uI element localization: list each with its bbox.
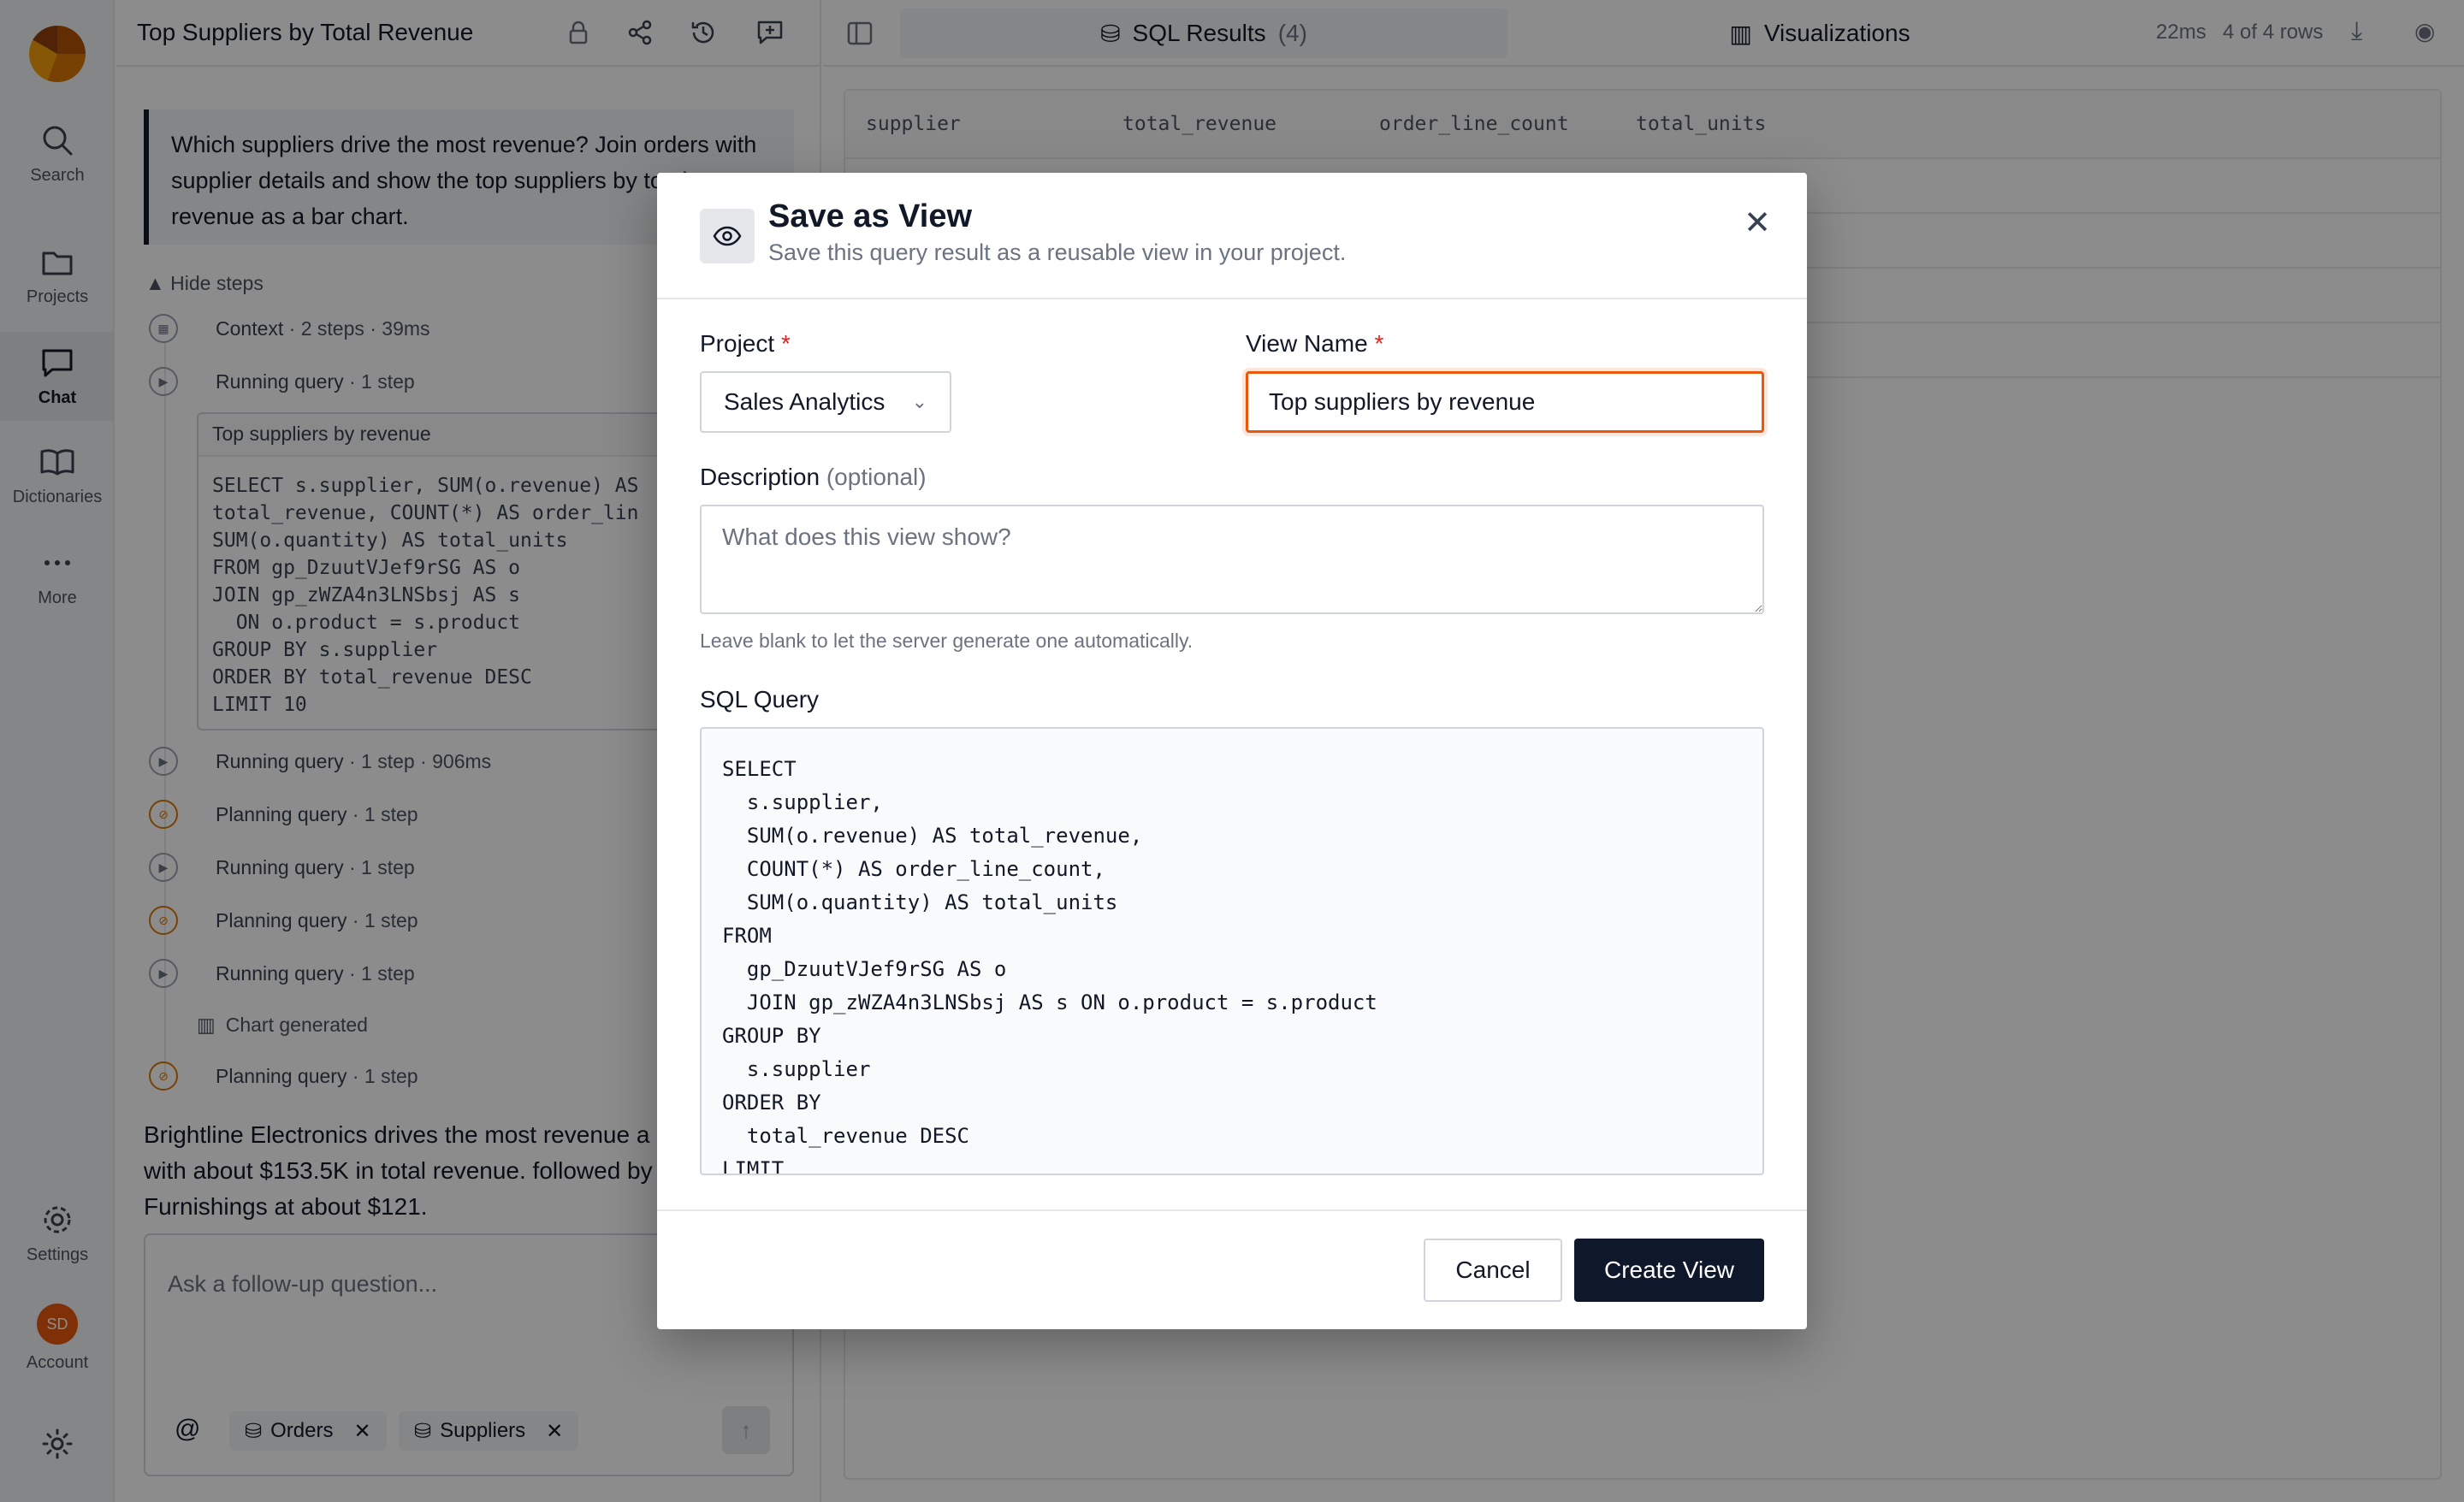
description-textarea[interactable] xyxy=(700,505,1764,614)
description-label: Description (optional) xyxy=(700,464,927,491)
dialog-subtitle: Save this query result as a reusable vie… xyxy=(768,239,1347,265)
dialog-footer: Cancel Create View xyxy=(657,1209,1807,1329)
dialog-title: Save as View xyxy=(768,198,973,234)
required-mark: * xyxy=(1374,330,1384,357)
close-icon[interactable]: ✕ xyxy=(1744,204,1771,242)
label-text: Description xyxy=(700,464,820,490)
chevron-down-icon: ⌄ xyxy=(911,391,927,412)
optional-mark: (optional) xyxy=(826,464,927,490)
label-text: Project xyxy=(700,330,775,357)
description-hint: Leave blank to let the server generate o… xyxy=(700,630,1194,652)
required-mark: * xyxy=(780,330,791,357)
view-name-input[interactable] xyxy=(1246,371,1764,433)
project-value: Sales Analytics xyxy=(724,388,886,415)
cancel-button[interactable]: Cancel xyxy=(1424,1239,1562,1302)
sql-query-code: SELECT s.supplier, SUM(o.revenue) AS tot… xyxy=(722,757,1377,1175)
eye-icon xyxy=(700,209,755,263)
create-view-button[interactable]: Create View xyxy=(1574,1239,1764,1302)
sql-query-label: SQL Query xyxy=(700,686,820,713)
save-as-view-dialog: Save as View Save this query result as a… xyxy=(657,173,1807,1329)
view-name-label: View Name * xyxy=(1246,330,1383,358)
sql-query-box[interactable]: SELECT s.supplier, SUM(o.revenue) AS tot… xyxy=(700,727,1764,1175)
project-label: Project * xyxy=(700,330,791,358)
dialog-header: Save as View Save this query result as a… xyxy=(657,173,1807,299)
label-text: View Name xyxy=(1246,330,1368,357)
project-select[interactable]: Sales Analytics ⌄ xyxy=(700,371,951,433)
